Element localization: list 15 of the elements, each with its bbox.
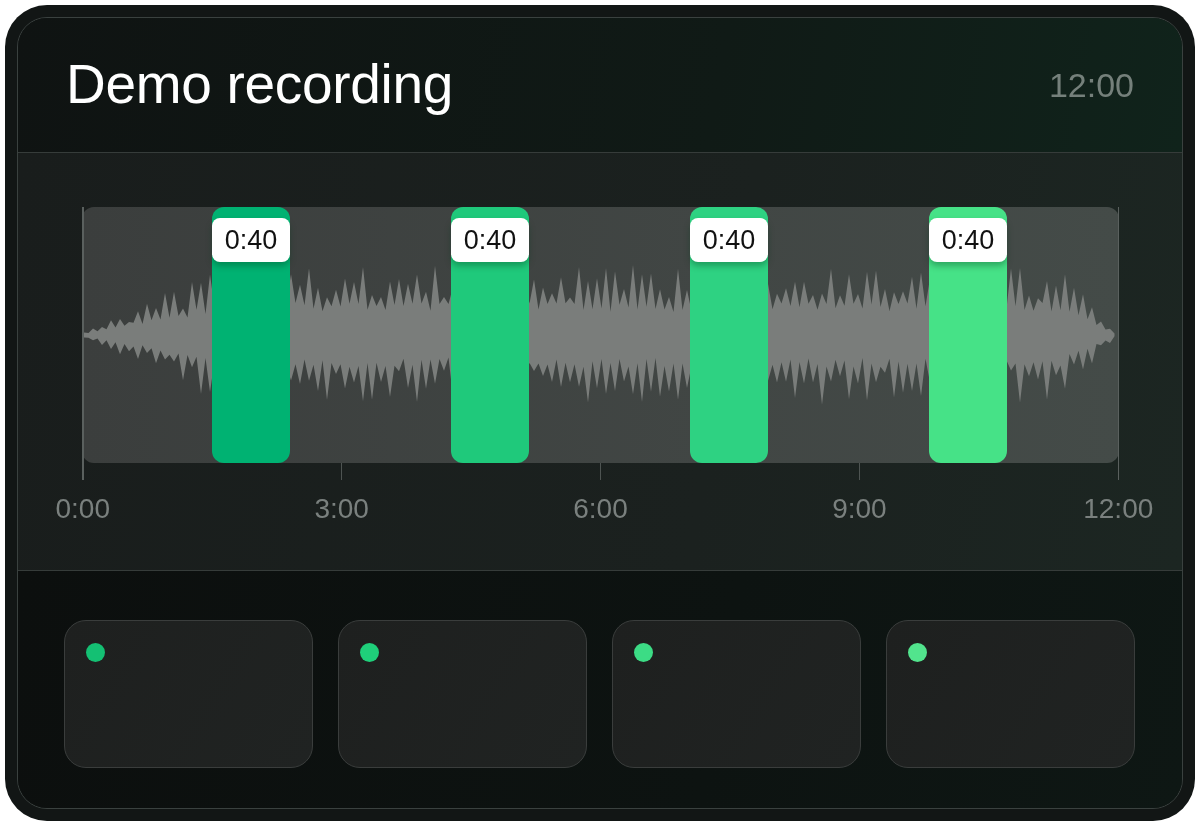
duration-label: 0:40 (690, 218, 768, 262)
time-tick-label: 0:00 (55, 492, 110, 526)
recording-title: Demo recording (66, 53, 454, 117)
time-tick-label: 6:00 (573, 492, 628, 526)
time-tick-label: 9:00 (832, 492, 887, 526)
time-tick-label: 3:00 (314, 492, 369, 526)
total-duration: 12:00 (1048, 64, 1134, 106)
clip-segment[interactable]: 0:40 (690, 207, 768, 463)
time-tick-label: 12:00 (1083, 492, 1154, 526)
duration-label: 0:40 (929, 218, 1007, 262)
duration-label: 0:40 (451, 218, 529, 262)
clip-segment[interactable]: 0:40 (929, 207, 1007, 463)
clip-segment[interactable]: 0:40 (212, 207, 290, 463)
duration-label: 0:40 (212, 218, 290, 262)
clip-segment[interactable]: 0:40 (451, 207, 529, 463)
